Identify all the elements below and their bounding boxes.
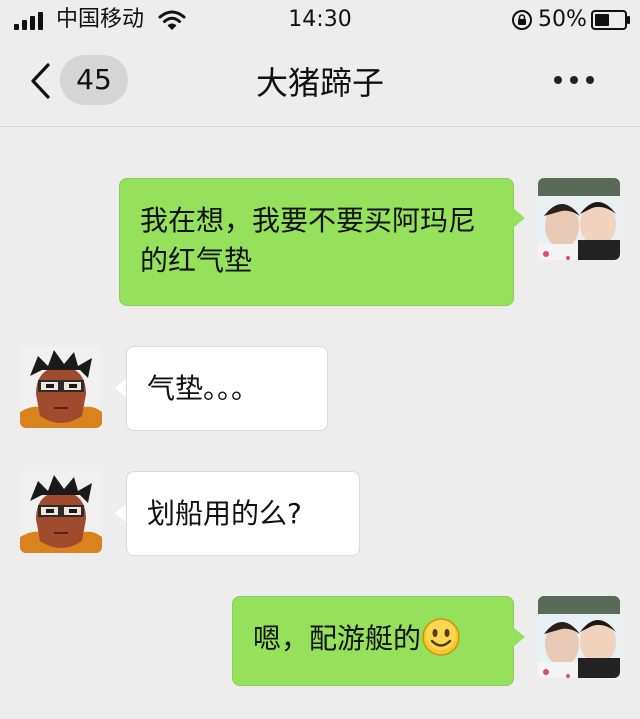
bubble-tail — [513, 208, 525, 228]
carrier-name: 中国移动 — [56, 7, 145, 32]
self-avatar-photo[interactable] — [538, 178, 620, 260]
message-text: 我在想，我要不要买阿玛尼的红气垫 — [140, 204, 477, 277]
message-bubble-incoming[interactable]: 气垫。。。 — [126, 346, 328, 431]
status-bar: 中国移动 14:30 50% — [0, 0, 640, 40]
contact-avatar-cartoon[interactable] — [20, 346, 102, 428]
message-bubble-outgoing[interactable]: 嗯，配游艇的 — [232, 596, 514, 686]
bubble-tail — [513, 627, 525, 647]
signal-bars-icon — [14, 10, 50, 30]
self-avatar-photo[interactable] — [538, 596, 620, 678]
smiley-emoji — [422, 618, 460, 656]
chevron-left-icon[interactable] — [28, 62, 52, 100]
message-text: 气垫。。。 — [147, 372, 260, 405]
contact-avatar-cartoon[interactable] — [20, 471, 102, 553]
chat-header: 45 大猪蹄子 — [0, 40, 640, 127]
message-text: 嗯，配游艇的 — [253, 622, 422, 655]
message-bubble-outgoing[interactable]: 我在想，我要不要买阿玛尼的红气垫 — [119, 178, 514, 306]
wifi-icon — [158, 10, 186, 30]
battery-icon — [591, 10, 630, 30]
message-bubble-incoming[interactable]: 划船用的么? — [126, 471, 360, 556]
unread-count-badge[interactable]: 45 — [60, 55, 128, 105]
rotation-lock-icon — [512, 10, 532, 30]
ellipsis-icon[interactable] — [552, 74, 596, 86]
battery-percent: 50% — [538, 7, 587, 32]
message-text: 划船用的么? — [147, 497, 302, 530]
